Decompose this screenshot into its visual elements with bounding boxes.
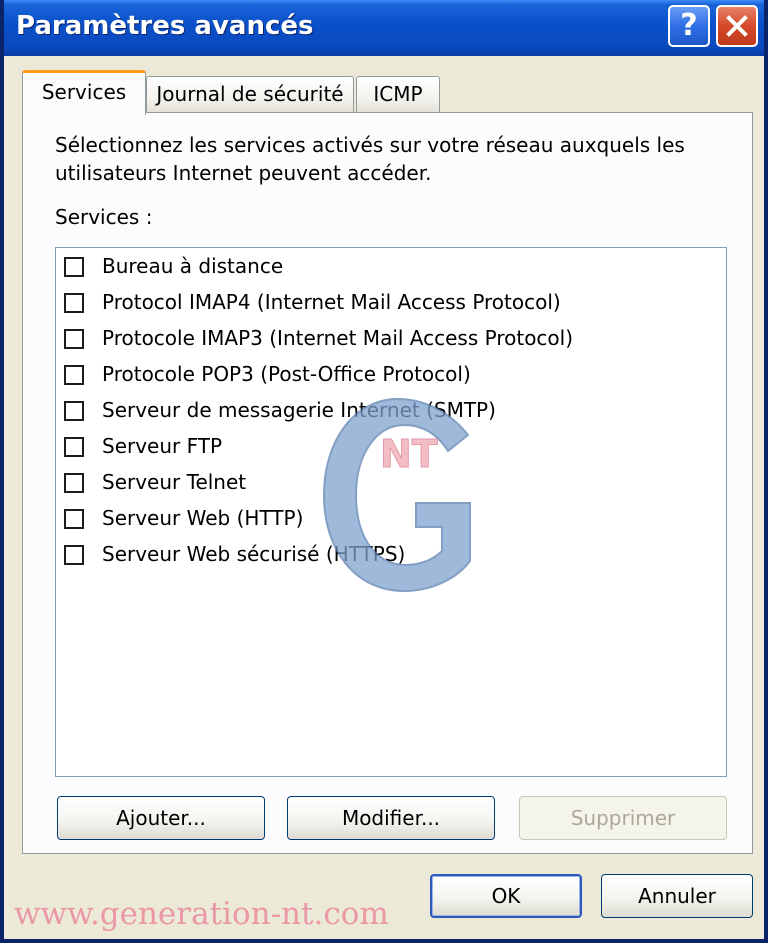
ok-button[interactable]: OK (430, 874, 582, 918)
advanced-settings-dialog: Paramètres avancés ? Services Journal de… (0, 0, 768, 943)
description-text: Sélectionnez les services activés sur vo… (55, 133, 685, 185)
close-button[interactable] (716, 5, 758, 47)
service-label: Serveur FTP (102, 434, 223, 458)
services-tab-panel: Sélectionnez les services activés sur vo… (22, 112, 753, 854)
service-checkbox[interactable] (64, 545, 84, 565)
tab-icmp[interactable]: ICMP (356, 76, 440, 112)
service-label: Protocole POP3 (Post-Office Protocol) (102, 362, 471, 386)
service-checkbox[interactable] (64, 437, 84, 457)
service-checkbox[interactable] (64, 473, 84, 493)
service-checkbox[interactable] (64, 401, 84, 421)
service-checkbox[interactable] (64, 509, 84, 529)
service-label: Serveur de messagerie Internet (SMTP) (102, 398, 496, 422)
delete-button[interactable]: Supprimer (519, 796, 727, 840)
service-label: Serveur Web sécurisé (HTTPS) (102, 542, 406, 566)
service-label: Bureau à distance (102, 254, 284, 278)
title-bar[interactable]: Paramètres avancés ? (4, 0, 764, 56)
modify-button[interactable]: Modifier... (287, 796, 495, 840)
help-button[interactable]: ? (668, 5, 710, 47)
cancel-button[interactable]: Annuler (601, 874, 753, 918)
service-checkbox[interactable] (64, 293, 84, 313)
services-list[interactable]: Bureau à distance Protocol IMAP4 (Intern… (55, 247, 727, 777)
tab-security-log[interactable]: Journal de sécurité (146, 76, 354, 112)
service-label: Serveur Telnet (102, 470, 247, 494)
close-icon (726, 15, 748, 37)
service-checkbox[interactable] (64, 329, 84, 349)
service-label: Protocol IMAP4 (Internet Mail Access Pro… (102, 290, 561, 314)
service-label: Protocole IMAP3 (Internet Mail Access Pr… (102, 326, 574, 350)
help-icon: ? (680, 8, 698, 43)
tab-label: ICMP (373, 82, 423, 106)
service-label: Serveur Web (HTTP) (102, 506, 304, 530)
window-title: Paramètres avancés (16, 11, 314, 41)
tab-services[interactable]: Services (22, 70, 146, 115)
tab-label: Journal de sécurité (156, 82, 344, 106)
services-label: Services : (55, 205, 153, 229)
watermark-url: www.generation-nt.com (14, 896, 389, 932)
service-checkbox[interactable] (64, 257, 84, 277)
add-button[interactable]: Ajouter... (57, 796, 265, 840)
service-checkbox[interactable] (64, 365, 84, 385)
tab-label: Services (41, 80, 127, 104)
